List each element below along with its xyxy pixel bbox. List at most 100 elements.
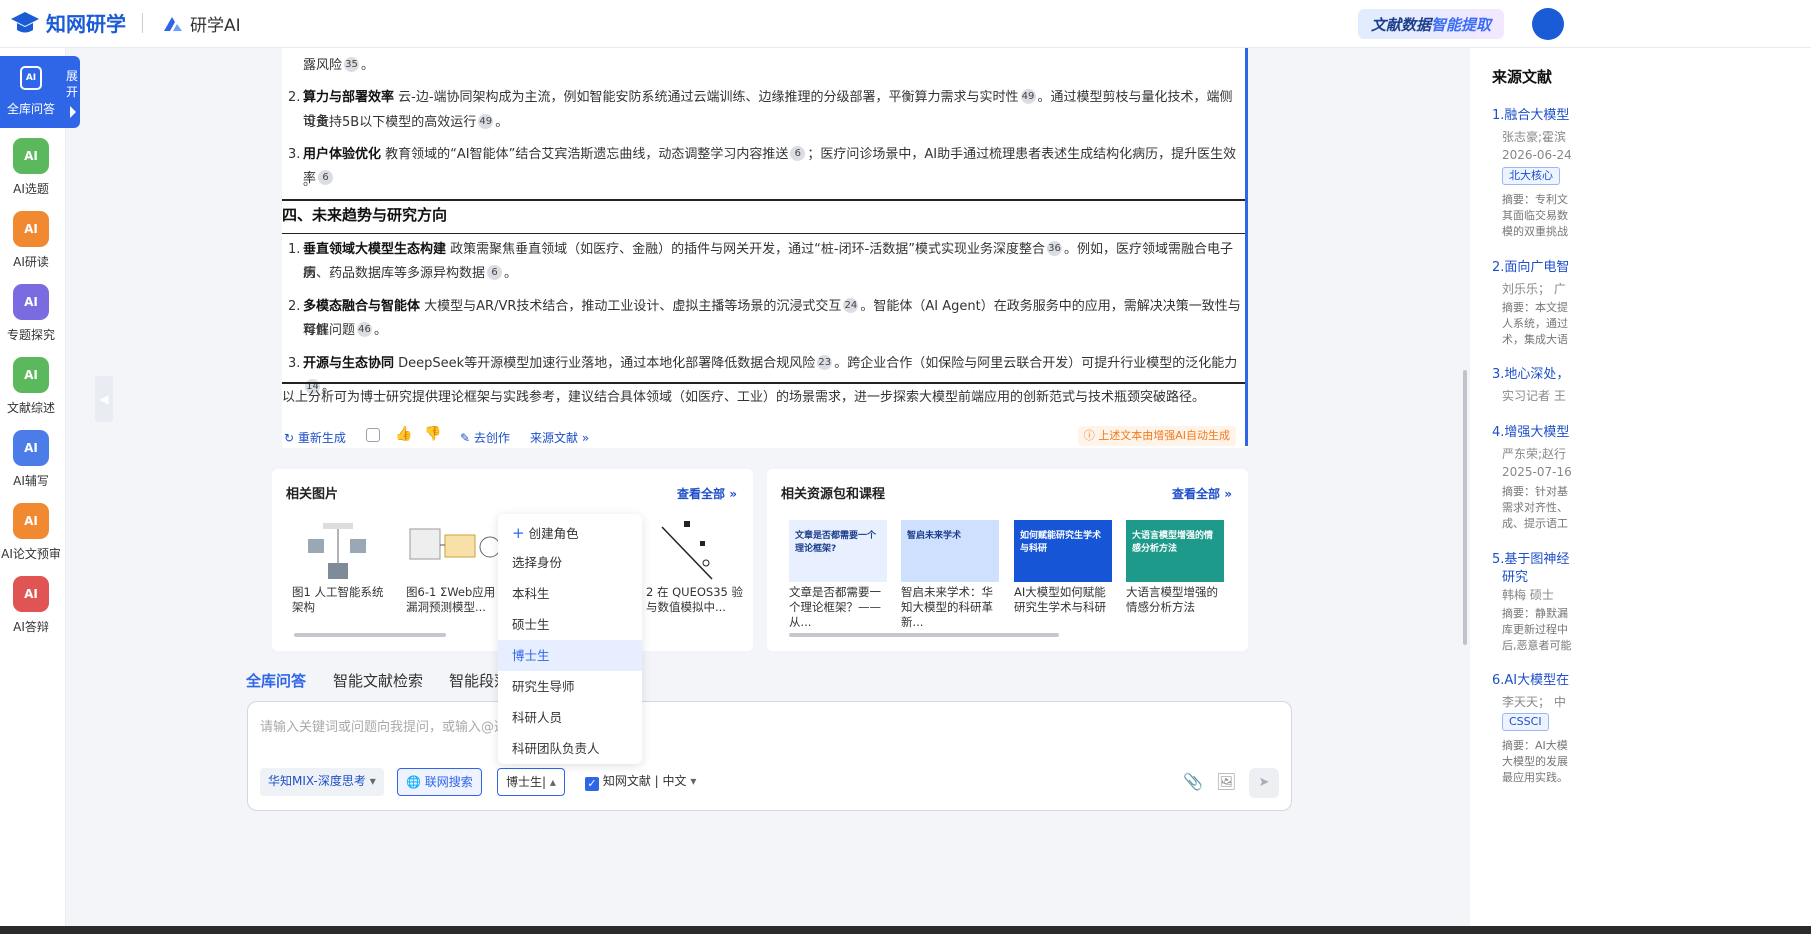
source-abstract: 摘要：静默漏 库更新过程中 后,恶意者可能 <box>1502 607 1572 652</box>
citation-marker[interactable]: 49 <box>478 114 494 129</box>
main-scrollbar[interactable] <box>1463 370 1467 645</box>
identity-selector[interactable]: 博士生| ▴ <box>497 768 565 796</box>
nav-label: AI论文预审 <box>1 547 61 561</box>
nav-label: AI选题 <box>13 182 49 196</box>
view-all-link[interactable]: 查看全部 » <box>677 485 737 502</box>
figure-thumbnail[interactable] <box>405 519 505 583</box>
citation-marker[interactable]: 36 <box>1047 241 1063 256</box>
assistant-robot-icon[interactable] <box>1532 8 1564 40</box>
ai-generated-notice: ⓘ 上述文本由增强AI自动生成 <box>1077 426 1236 446</box>
citation-marker[interactable]: 46 <box>357 322 373 337</box>
citation-marker[interactable]: 6 <box>790 146 806 161</box>
checkbox-icon[interactable]: ✓ <box>585 777 599 791</box>
globe-icon: 🌐 <box>406 775 421 789</box>
citation-marker[interactable]: 6 <box>318 170 334 185</box>
nav-item[interactable]: AI AI答辩 <box>0 576 62 635</box>
expand-arrow-icon[interactable] <box>70 106 76 118</box>
view-all-link[interactable]: 查看全部 » <box>1172 485 1232 502</box>
course-caption[interactable]: AI大模型如何赋能研究生学术与科研 <box>1014 585 1114 615</box>
figure-thumbnail[interactable] <box>642 519 742 583</box>
source-title-link[interactable]: 2.面向广电智 <box>1492 256 1569 275</box>
send-button[interactable]: ➤ <box>1249 768 1279 798</box>
attachment-icon[interactable]: 📎 <box>1183 772 1203 792</box>
course-thumbnail[interactable]: 文章是否都需要一个理论框架? <box>789 520 887 582</box>
nav-item[interactable]: AI AI论文预审 <box>0 503 62 562</box>
source-title-link[interactable]: 5.基于图神经 <box>1492 548 1569 567</box>
identity-option[interactable]: 科研人员 <box>498 702 642 733</box>
expand-label[interactable]: 展开 <box>66 68 78 100</box>
nav-item[interactable]: AI AI辅写 <box>0 430 62 489</box>
citation-marker[interactable]: 23 <box>817 355 833 370</box>
yanxue-ai-logo[interactable]: 研学AI <box>162 11 241 36</box>
nav-item[interactable]: AI AI选题 <box>0 138 62 197</box>
nav-item[interactable]: AI AI研读 <box>0 211 62 270</box>
regenerate-button[interactable]: ↻ 重新生成 <box>284 429 346 446</box>
question-input-area[interactable]: 请输入关键词或问题向我提问，或输入@选 华知MIX-深度思考 ▾ 🌐 联网搜索 … <box>247 701 1292 811</box>
source-authors: 实习记者 王 <box>1502 389 1566 403</box>
course-caption[interactable]: 智启未来学术：华知大模型的科研革新... <box>901 585 1001 630</box>
list-number: 1. <box>288 242 301 257</box>
tab-literature-search[interactable]: 智能文献检索 <box>333 670 423 691</box>
nav-item-full-qa[interactable]: AI 全库问答 展开 <box>0 56 80 128</box>
source-title-link[interactable]: 6.AI大模型在 <box>1492 669 1569 688</box>
promo-banner[interactable]: 文献数据 智能提取 <box>1358 9 1504 39</box>
list-number: 3. <box>288 147 301 162</box>
course-caption[interactable]: 文章是否都需要一个理论框架？——从... <box>789 585 889 630</box>
source-docs-button[interactable]: 来源文献 » <box>530 429 589 446</box>
identity-option[interactable]: 科研团队负责人 <box>498 733 642 764</box>
answer-line: 。 <box>303 174 317 189</box>
citation-marker[interactable]: 35 <box>344 57 360 72</box>
source-abstract: 摘要：专利文 其面临交易数 模的双重挑战 <box>1502 193 1568 238</box>
model-selector[interactable]: 华知MIX-深度思考 ▾ <box>260 768 384 796</box>
source-title-link[interactable]: 1.融合大模型 <box>1492 104 1569 123</box>
figure-caption[interactable]: 图6-1 ΣWeb应用漏洞预测模型... <box>406 585 506 615</box>
section-divider <box>282 233 1245 234</box>
tab-full-qa[interactable]: 全库问答 <box>246 670 306 691</box>
copy-icon[interactable] <box>366 428 380 442</box>
figure-caption[interactable]: 图1 人工智能系统架构 <box>292 585 392 615</box>
figure-thumbnail[interactable] <box>288 519 388 583</box>
list-number: 2. <box>288 299 301 314</box>
course-thumbnail[interactable]: 大语言模型增强的情感分析方法 <box>1126 520 1224 582</box>
image-upload-icon[interactable]: 🖼 <box>1216 772 1236 792</box>
identity-option-selected[interactable]: 博士生 <box>498 640 642 671</box>
list-number: 3. <box>288 356 301 371</box>
question-input-placeholder[interactable]: 请输入关键词或问题向我提问，或输入@选 <box>260 716 507 735</box>
chevron-up-icon: ▴ <box>549 775 556 789</box>
nav-label: 专题探究 <box>6 328 55 342</box>
card-scrollbar[interactable] <box>294 633 446 637</box>
card-scrollbar[interactable] <box>789 633 1059 637</box>
identity-option[interactable]: 硕士生 <box>498 609 642 640</box>
source-title-link[interactable]: 4.增强大模型 <box>1492 421 1569 440</box>
figure-caption[interactable]: 2 在 QUEOS35 验与数值模拟中... <box>646 585 746 615</box>
cnki-logo[interactable]: 知网研学 <box>10 8 126 37</box>
scope-selector[interactable]: ✓ 知网文献 | 中文 ▾ <box>577 768 704 796</box>
citation-marker[interactable]: 49 <box>1020 89 1036 104</box>
create-button[interactable]: ✎ 去创作 <box>460 429 510 446</box>
citation-marker[interactable]: 6 <box>487 265 503 280</box>
taskbar-strip <box>0 926 1811 934</box>
promo-text-b: 智能提取 <box>1431 15 1492 34</box>
identity-option[interactable]: 研究生导师 <box>498 671 642 702</box>
nav-label: AI答辩 <box>13 620 49 634</box>
collapse-chevron-icon[interactable]: ◀ <box>95 376 113 422</box>
source-title-link[interactable]: 3.地心深处， <box>1492 363 1569 382</box>
source-literature-panel: 来源文献 1.融合大模型 张志豪;霍滨 2026-06-24 北大核心 摘要：专… <box>1470 48 1811 934</box>
nav-item[interactable]: AI 文献综述 <box>0 357 62 416</box>
related-courses-card: 相关资源包和课程 查看全部 » 文章是否都需要一个理论框架? 文章是否都需要一个理… <box>767 469 1248 651</box>
course-caption[interactable]: 大语言模型增强的情感分析方法 <box>1126 585 1226 615</box>
create-role-button[interactable]: + 创建角色 <box>498 518 642 549</box>
thumbs-up-icon[interactable]: 👍 <box>395 426 412 442</box>
source-title-link[interactable]: 研究 <box>1502 566 1528 585</box>
conclusion-text: 以上分析可为博士研究提供理论框架与实践参考，建议结合具体领域（如医疗、工业）的场… <box>282 390 1206 405</box>
identity-option[interactable]: 本科生 <box>498 578 642 609</box>
thumbs-down-icon[interactable]: 👎 <box>424 426 441 442</box>
web-search-toggle[interactable]: 🌐 联网搜索 <box>397 768 482 796</box>
course-thumbnail[interactable]: 智启未来学术 <box>901 520 999 582</box>
citation-marker[interactable]: 24 <box>843 298 859 313</box>
section-divider <box>282 199 1245 201</box>
source-authors: 李天天； 中 <box>1502 695 1566 709</box>
answer-paragraph: 多模态融合与智能体 大模型与AR/VR技术结合，推动工业设计、虚拟主播等场景的沉… <box>303 298 1241 338</box>
nav-item[interactable]: AI 专题探究 <box>0 284 62 343</box>
course-thumbnail[interactable]: 如何赋能研究生学术与科研 <box>1014 520 1112 582</box>
